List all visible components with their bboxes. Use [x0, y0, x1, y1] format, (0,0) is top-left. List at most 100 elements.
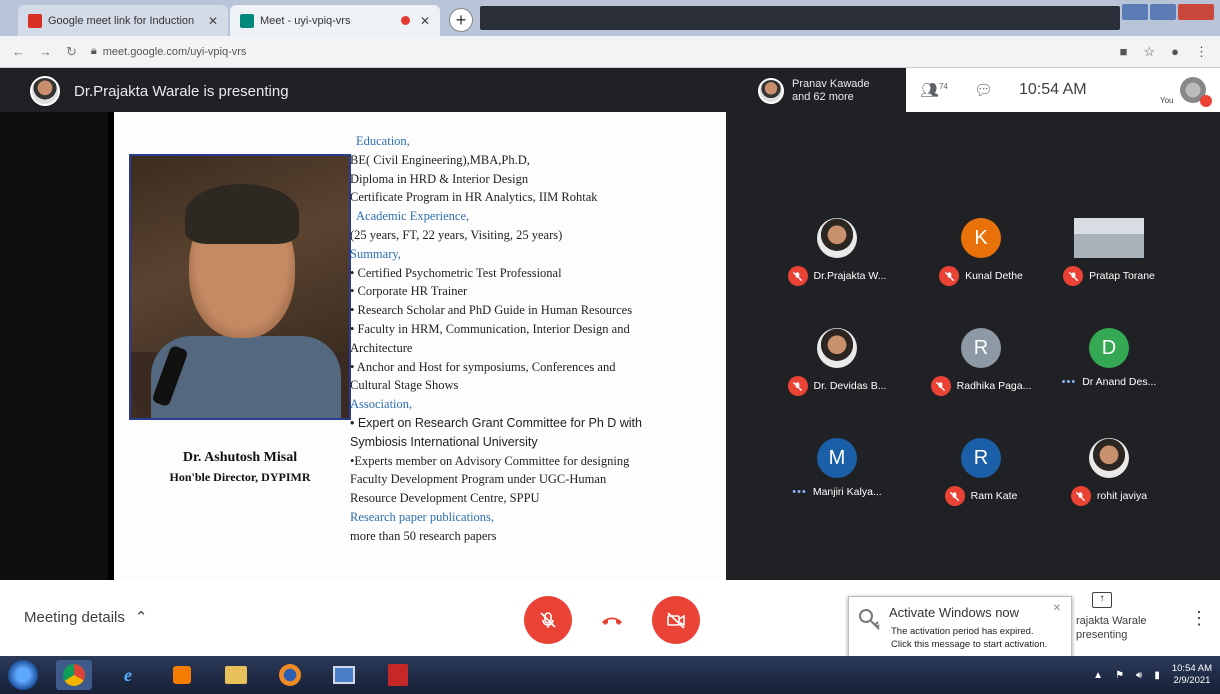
participant-tile[interactable]: Pratap Torane	[1044, 218, 1174, 308]
window-close-button[interactable]	[1178, 4, 1214, 20]
participant-avatar: M	[817, 438, 857, 478]
tray-arrow-icon[interactable]: ▲	[1093, 670, 1103, 681]
url-field[interactable]: 🔒︎ meet.google.com/uyi-vpiq-vrs	[91, 45, 247, 58]
you-label: You	[1160, 96, 1174, 105]
speaker-photo	[129, 154, 351, 420]
participants-pill-text: Pranav Kawade and 62 more	[792, 78, 870, 104]
close-icon[interactable]: ✕	[208, 14, 218, 28]
tab-label: Meet - uyi-vpiq-vrs	[260, 14, 351, 27]
slide-line: Summary,	[350, 246, 401, 261]
participant-name-line: ••• Manjiri Kalya...	[772, 486, 902, 498]
tab-induction[interactable]: Google meet link for Induction ✕	[18, 5, 228, 36]
mic-toggle-button[interactable]	[524, 596, 572, 644]
participant-name: Kunal Dethe	[965, 270, 1023, 282]
minimize-button[interactable]	[1122, 4, 1148, 20]
flag-icon[interactable]: ⚑	[1115, 670, 1124, 681]
meeting-details-label: Meeting details	[24, 608, 125, 626]
participant-tile[interactable]: Dr.Prajakta W...	[772, 218, 902, 308]
self-avatar[interactable]: You	[1160, 77, 1212, 107]
slide-line: Architecture	[350, 340, 413, 355]
start-button[interactable]	[8, 660, 38, 690]
taskbar-clock[interactable]: 10:54 AM 2/9/2021	[1172, 663, 1212, 687]
new-tab-button[interactable]: +	[449, 8, 473, 32]
participant-tile[interactable]: M ••• Manjiri Kalya...	[772, 438, 902, 528]
menu-icon[interactable]: ⋮	[1195, 44, 1208, 60]
mic-off-icon	[944, 486, 965, 506]
activate-message: The activation period has expired. Click…	[891, 625, 1047, 651]
mic-off-icon	[787, 376, 808, 396]
speaking-dots-icon: •••	[1061, 376, 1077, 388]
participant-name: Dr.Prajakta W...	[813, 270, 887, 282]
present-now-icon[interactable]: ↑	[1092, 592, 1112, 608]
pill-line2: and 62 more	[792, 91, 854, 103]
participant-name-line: Pratap Torane	[1044, 266, 1174, 286]
close-icon[interactable]: ✕	[420, 14, 430, 28]
star-icon[interactable]: ☆	[1143, 44, 1155, 60]
camera-indicator-icon[interactable]: ■	[1120, 44, 1128, 59]
participant-tile[interactable]: rohit javiya	[1044, 438, 1174, 528]
slide-line: Faculty Development Program under UGC-Hu…	[350, 472, 607, 487]
blurred-region	[480, 6, 1120, 30]
people-button[interactable]: 👥︎74	[920, 81, 948, 99]
participant-name-line: ••• Dr Anand Des...	[1044, 376, 1174, 388]
taskbar-date: 2/9/2021	[1173, 675, 1211, 686]
participant-avatar	[1074, 218, 1144, 258]
participant-tile[interactable]: D ••• Dr Anand Des...	[1044, 328, 1174, 418]
mic-off-icon	[1063, 266, 1084, 286]
participant-name-line: Ram Kate	[916, 486, 1046, 506]
forward-icon[interactable]: →	[39, 44, 52, 59]
slide-line: Resource Development Centre, SPPU	[350, 491, 540, 506]
camera-toggle-button[interactable]	[652, 596, 700, 644]
volume-icon[interactable]: 🔊︎	[1136, 670, 1142, 681]
slide-line: Symbiosis International University	[350, 434, 538, 449]
tab-meet[interactable]: Meet - uyi-vpiq-vrs ✕	[230, 5, 440, 36]
people-icon: 👥︎	[920, 82, 940, 99]
ie-taskbar-icon[interactable]: e	[110, 660, 146, 690]
participant-name: Manjiri Kalya...	[812, 486, 882, 498]
back-icon[interactable]: ←	[12, 44, 25, 59]
participant-avatar	[817, 218, 857, 258]
activate-title: Activate Windows now	[889, 605, 1020, 620]
hangup-icon	[602, 617, 622, 625]
address-bar: ← → ↻ 🔒︎ meet.google.com/uyi-vpiq-vrs ■ …	[0, 36, 1220, 68]
network-icon[interactable]: ▮	[1154, 670, 1160, 681]
meeting-stage: Dr. Ashutosh Misal Hon'ble Director, DYP…	[0, 112, 1220, 580]
participant-tile[interactable]: R Ram Kate	[916, 438, 1046, 528]
slide-line: • Anchor and Host for symposiums, Confer…	[350, 359, 616, 374]
firefox-icon[interactable]	[272, 660, 308, 690]
slide-line: Certificate Program in HR Analytics, IIM…	[350, 190, 598, 205]
participant-tile[interactable]: Dr. Devidas B...	[772, 328, 902, 418]
slide-line: • Corporate HR Trainer	[350, 284, 468, 299]
pill-line1: Pranav Kawade	[792, 78, 870, 90]
speaker-caption: Dr. Ashutosh Misal Hon'ble Director, DYP…	[129, 450, 351, 485]
activate-message-2: Click this message to start activation.	[891, 639, 1048, 650]
activate-message-1: The activation period has expired.	[891, 626, 1034, 637]
maximize-button[interactable]	[1150, 4, 1176, 20]
meeting-details-button[interactable]: Meeting details ⌃	[24, 608, 147, 627]
close-icon[interactable]: ✕	[1053, 603, 1061, 614]
profile-icon[interactable]: ●	[1171, 44, 1179, 59]
participant-name: Dr Anand Des...	[1082, 376, 1157, 388]
address-bar-actions: ■ ☆ ● ⋮	[1120, 44, 1208, 60]
media-player-icon[interactable]	[164, 660, 200, 690]
participant-grid: Dr.Prajakta W... K Kunal Dethe Pratap Toran…	[726, 112, 1220, 580]
chat-icon[interactable]: 💬︎	[974, 81, 993, 99]
chrome-taskbar-icon[interactable]	[56, 660, 92, 690]
acrobat-icon[interactable]	[380, 660, 416, 690]
participant-name: rohit javiya	[1096, 490, 1148, 502]
self-muted-icon	[1200, 95, 1212, 107]
file-explorer-icon[interactable]	[218, 660, 254, 690]
app-window-icon[interactable]	[326, 660, 362, 690]
activate-windows-popup[interactable]: Activate Windows now ✕ The activation pe…	[848, 596, 1072, 658]
reload-icon[interactable]: ↻	[66, 44, 77, 60]
participant-tile[interactable]: R Radhika Paga...	[916, 328, 1046, 418]
keys-icon	[859, 609, 880, 630]
participant-name-line: Radhika Paga...	[916, 376, 1046, 396]
more-options-icon[interactable]: ⋮	[1190, 608, 1208, 629]
slide-line: • Certified Psychometric Test Profession…	[350, 265, 562, 280]
participant-tile[interactable]: K Kunal Dethe	[916, 218, 1046, 308]
leave-call-button[interactable]	[598, 606, 626, 634]
participant-name-line: Dr.Prajakta W...	[772, 266, 902, 286]
speaking-dots-icon: •••	[792, 486, 807, 498]
participants-pill[interactable]: Pranav Kawade and 62 more	[758, 72, 906, 110]
